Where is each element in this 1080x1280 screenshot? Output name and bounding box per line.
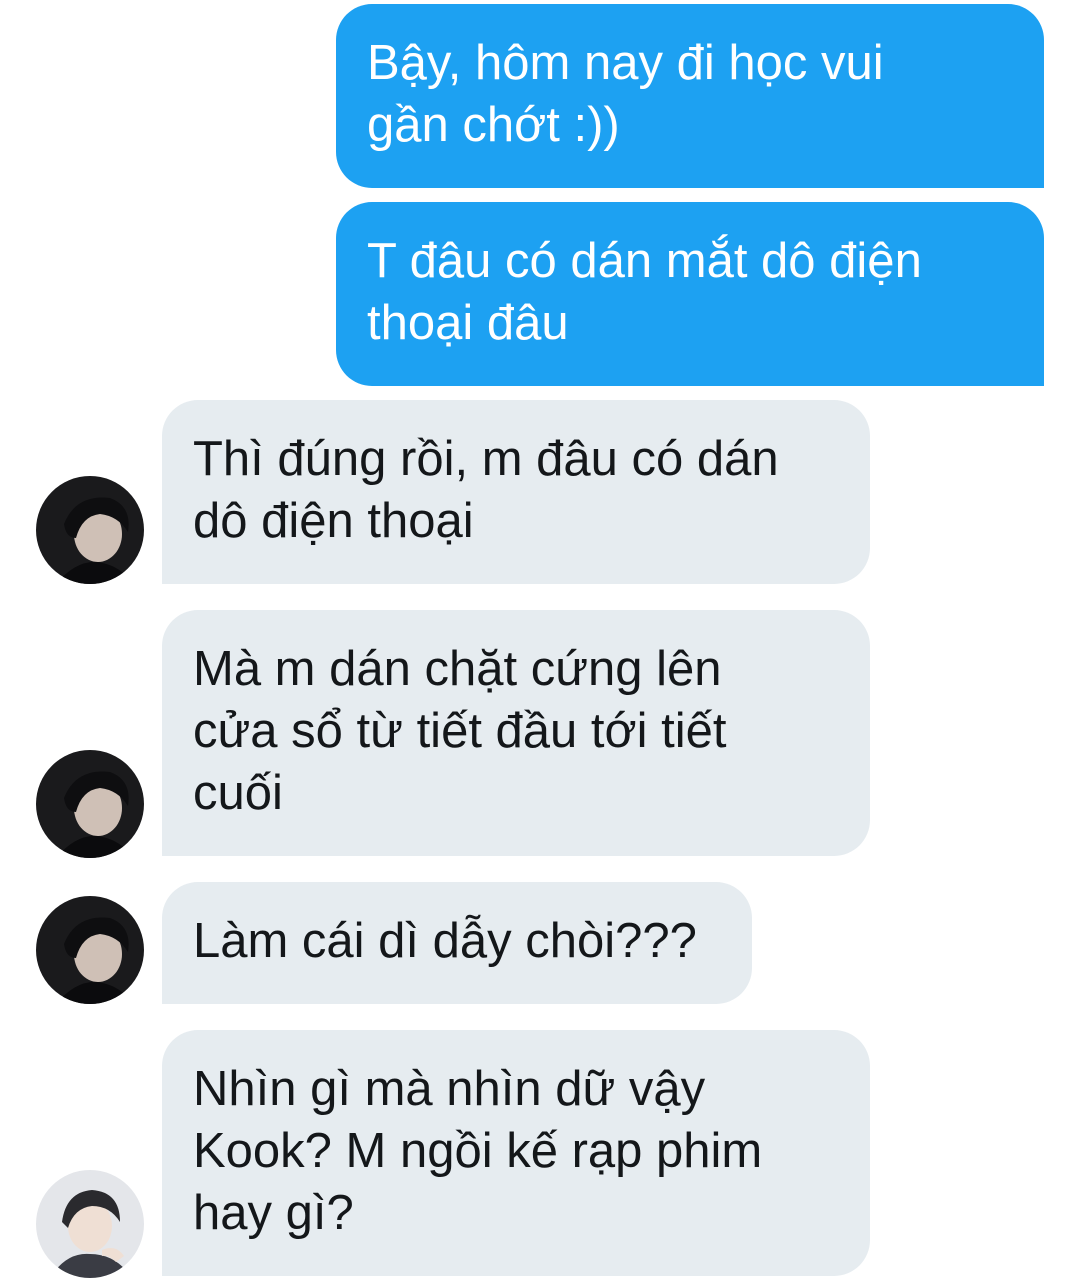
avatar-image (36, 476, 144, 584)
dark-portrait-avatar[interactable] (36, 896, 144, 1004)
dark-portrait-avatar[interactable] (36, 476, 144, 584)
sent-message-bubble[interactable]: Bậy, hôm nay đi học vui gần chớt :)) (336, 4, 1044, 188)
received-message-bubble[interactable]: Thì đúng rồi, m đâu có dán dô điện thoại (162, 400, 870, 584)
light-portrait-avatar[interactable] (36, 1170, 144, 1278)
dark-portrait-avatar[interactable] (36, 750, 144, 858)
avatar-image (36, 750, 144, 858)
received-message-bubble[interactable]: Làm cái dì dẫy chòi??? (162, 882, 752, 1004)
sent-message-bubble[interactable]: T đâu có dán mắt dô điện thoại đâu (336, 202, 1044, 386)
received-message-bubble[interactable]: Mà m dán chặt cứng lên cửa sổ từ tiết đầ… (162, 610, 870, 856)
received-message-bubble[interactable]: Nhìn gì mà nhìn dữ vậy Kook? M ngồi kế r… (162, 1030, 870, 1276)
avatar-image (36, 1170, 144, 1278)
avatar-image (36, 896, 144, 1004)
